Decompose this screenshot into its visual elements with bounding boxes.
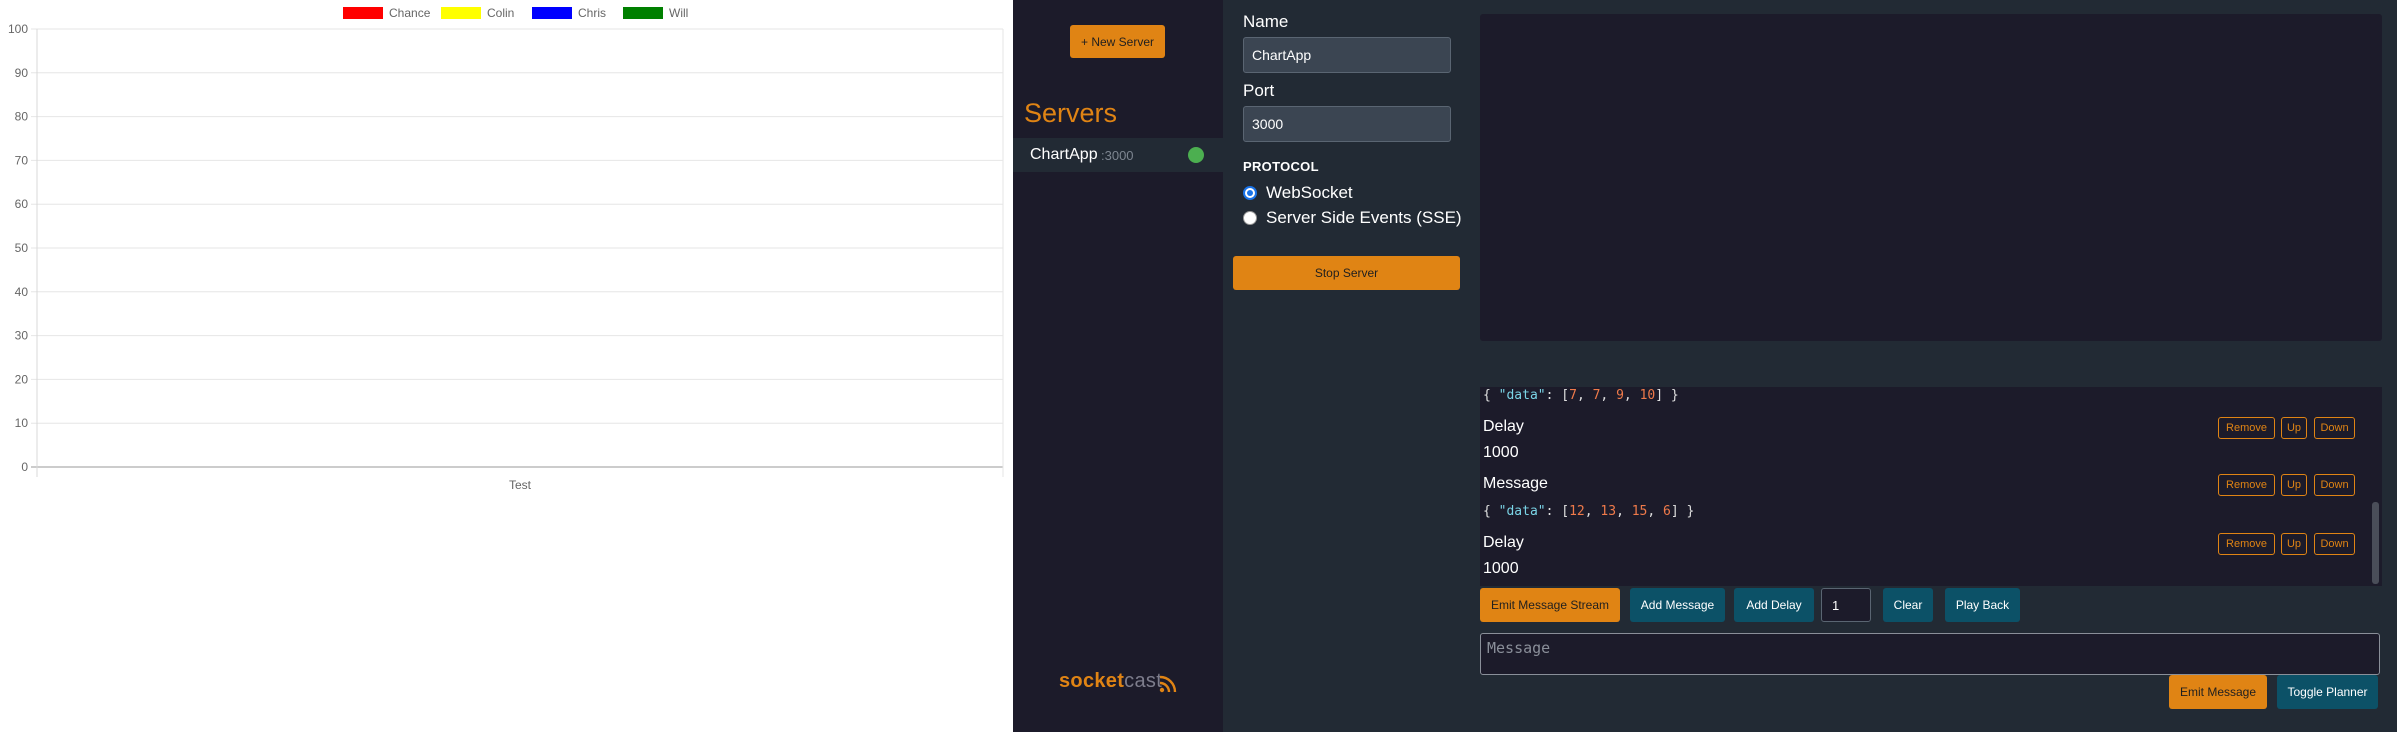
websocket-radio-label: WebSocket <box>1266 183 1353 202</box>
bar-chart: 0 10 20 30 40 50 60 70 80 90 100 Test Chance Colin Chr… <box>8 6 1004 492</box>
y-tick-label: 60 <box>15 197 29 211</box>
y-tick-label: 20 <box>15 372 29 386</box>
legend-swatch-colin <box>441 7 481 19</box>
server-port: :3000 <box>1101 148 1134 163</box>
move-up-button[interactable]: Up <box>2281 417 2307 439</box>
add-message-button[interactable]: Add Message <box>1630 588 1725 622</box>
y-tick-label: 70 <box>15 153 29 167</box>
sse-radio-label: Server Side Events (SSE) <box>1266 208 1462 227</box>
move-up-button[interactable]: Up <box>2281 533 2307 555</box>
stop-server-button[interactable]: Stop Server <box>1233 256 1460 290</box>
move-down-button[interactable]: Down <box>2314 417 2355 439</box>
planner-scrollbar[interactable] <box>2372 502 2379 584</box>
legend-label: Chance <box>389 6 431 20</box>
logo-text-socket: socket <box>1059 670 1125 692</box>
legend-swatch-chance <box>343 7 383 19</box>
emit-message-stream-button[interactable]: Emit Message Stream <box>1480 588 1620 622</box>
y-tick-label: 100 <box>8 22 28 36</box>
x-tick-label: Test <box>509 478 532 492</box>
sidebar: + New Server Servers ChartApp :3000 sock… <box>1013 0 1223 732</box>
planner-message-code: { "data": [7, 7, 9, 10] } <box>1483 388 1679 403</box>
planner-message-label: Message <box>1483 475 1548 492</box>
clear-button[interactable]: Clear <box>1883 588 1933 622</box>
move-down-button[interactable]: Down <box>2314 474 2355 496</box>
sse-radio[interactable] <box>1243 211 1257 225</box>
server-status-indicator <box>1188 147 1204 163</box>
y-tick-label: 50 <box>15 241 29 255</box>
play-back-button[interactable]: Play Back <box>1945 588 2020 622</box>
new-server-button[interactable]: + New Server <box>1070 25 1165 58</box>
legend-label: Will <box>669 6 688 20</box>
y-tick-label: 90 <box>15 66 29 80</box>
server-list-item[interactable]: ChartApp :3000 <box>1013 138 1223 172</box>
legend-label: Chris <box>578 6 606 20</box>
name-label: Name <box>1243 12 1289 31</box>
toggle-planner-button[interactable]: Toggle Planner <box>2277 675 2378 709</box>
websocket-radio[interactable] <box>1243 186 1257 200</box>
planner-delay-value: 1000 <box>1483 444 1519 461</box>
remove-button[interactable]: Remove <box>2218 533 2275 555</box>
y-tick-label: 10 <box>15 416 29 430</box>
message-planner: { "data": [7, 7, 9, 10] } Delay Remove U… <box>1480 387 2382 586</box>
emit-message-button[interactable]: Emit Message <box>2169 675 2267 709</box>
y-tick-label: 0 <box>21 460 28 474</box>
servers-heading: Servers <box>1024 98 1118 128</box>
y-tick-label: 80 <box>15 110 29 124</box>
y-tick-label: 40 <box>15 285 29 299</box>
remove-button[interactable]: Remove <box>2218 417 2275 439</box>
move-down-button[interactable]: Down <box>2314 533 2355 555</box>
add-delay-button[interactable]: Add Delay <box>1734 588 1814 622</box>
planner-delay-label: Delay <box>1483 418 1524 435</box>
logo-text-cast: cast <box>1124 670 1163 692</box>
legend-swatch-will <box>623 7 663 19</box>
y-tick-label: 30 <box>15 329 29 343</box>
output-panel <box>1480 14 2382 341</box>
port-input[interactable] <box>1243 106 1451 142</box>
server-name: ChartApp <box>1030 146 1098 163</box>
planner-delay-label: Delay <box>1483 534 1524 551</box>
move-up-button[interactable]: Up <box>2281 474 2307 496</box>
name-input[interactable] <box>1243 37 1451 73</box>
protocol-label: PROTOCOL <box>1243 159 1319 174</box>
rss-feed-icon <box>1159 675 1177 693</box>
legend-label: Colin <box>487 6 514 20</box>
app-root: 0 10 20 30 40 50 60 70 80 90 100 Test Chance Colin Chr… <box>0 0 2397 732</box>
remove-button[interactable]: Remove <box>2218 474 2275 496</box>
chart-pane: 0 10 20 30 40 50 60 70 80 90 100 Test Chance Colin Chr… <box>0 0 1013 732</box>
socketcast-logo: socketcast <box>1059 670 1162 693</box>
planner-delay-value: 1000 <box>1483 560 1519 577</box>
repeat-count-input[interactable] <box>1821 588 1871 622</box>
server-config-form: Name Port PROTOCOL WebSocket Server Side… <box>1223 0 1473 732</box>
port-label: Port <box>1243 81 1275 100</box>
legend-swatch-chris <box>532 7 572 19</box>
message-input[interactable] <box>1480 633 2380 675</box>
socketcast-app: + New Server Servers ChartApp :3000 sock… <box>1013 0 2397 732</box>
planner-message-code: { "data": [12, 13, 15, 6] } <box>1483 504 1695 519</box>
